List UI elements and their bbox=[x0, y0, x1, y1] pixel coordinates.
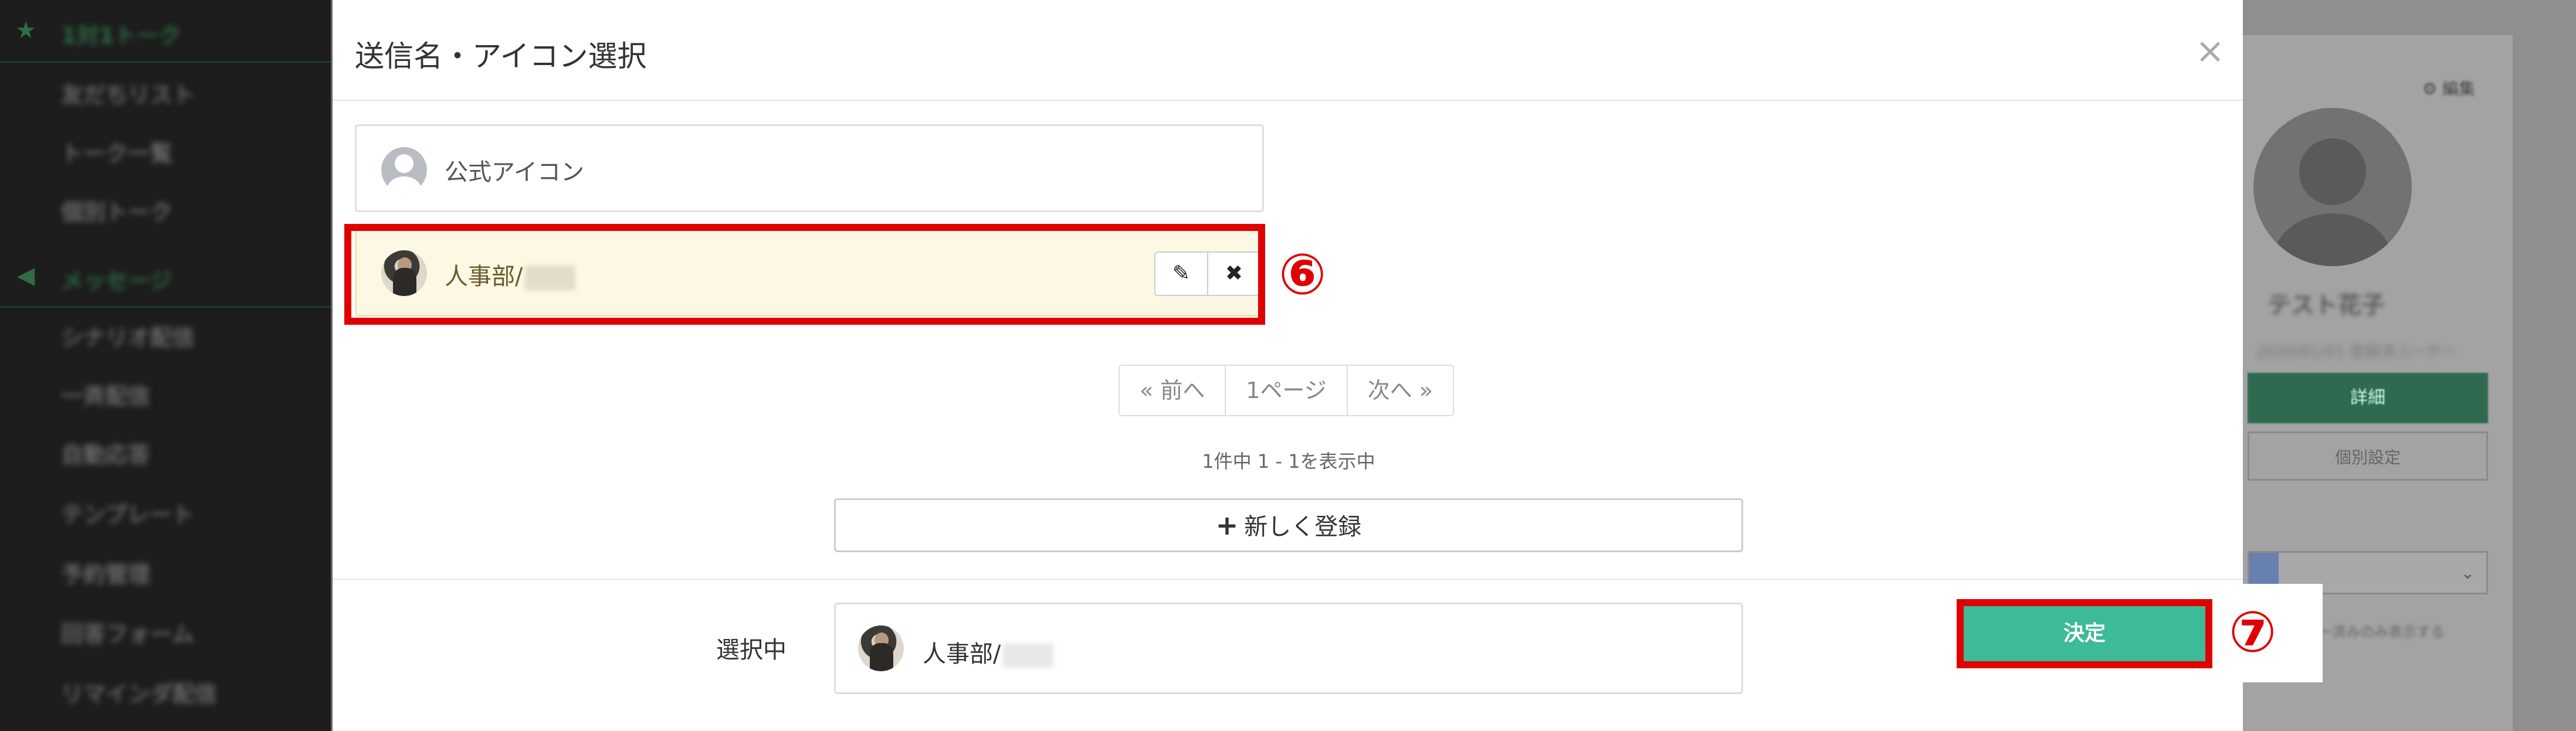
megaphone-icon: ◀ bbox=[16, 262, 35, 289]
pagination-next[interactable]: 次へ » bbox=[1348, 366, 1453, 415]
sidebar-item-friends[interactable]: 友だちリスト bbox=[61, 66, 195, 124]
sidebar: ★ 1対1トーク 友だちリスト トーク一覧 個別トーク ◀ メッセージ シナリオ… bbox=[0, 0, 331, 731]
pagination: « 前へ 1ページ 次へ » bbox=[1118, 365, 1455, 416]
default-user-icon bbox=[381, 147, 427, 193]
modal-header: 送信名・アイコン選択 × bbox=[333, 0, 2243, 101]
profile-avatar bbox=[2253, 108, 2412, 266]
footer-divider bbox=[333, 579, 2243, 580]
star-icon: ★ bbox=[15, 17, 36, 44]
profile-name: テスト花子 bbox=[2267, 292, 2385, 319]
sidebar-section-label: 1対1トーク bbox=[61, 23, 181, 49]
user-photo-avatar bbox=[858, 625, 904, 671]
sidebar-item-scenario[interactable]: シナリオ配信 bbox=[61, 308, 195, 367]
profile-settings-button[interactable]: 個別設定 bbox=[2248, 431, 2488, 481]
decide-button[interactable]: 決定 bbox=[1957, 599, 2212, 668]
close-icon[interactable]: × bbox=[2195, 33, 2225, 69]
pagination-current[interactable]: 1ページ bbox=[1226, 366, 1348, 415]
add-new-button[interactable]: + 新しく登録 bbox=[834, 498, 1743, 552]
selected-value-box: 人事部/ bbox=[834, 603, 1743, 694]
sidebar-item-talk-list[interactable]: トーク一覧 bbox=[61, 124, 172, 183]
selected-label: 選択中 bbox=[716, 637, 787, 664]
sidebar-item-reminder[interactable]: リマインダ配信 bbox=[61, 665, 217, 723]
modal-title: 送信名・アイコン選択 bbox=[355, 39, 647, 73]
result-count: 1件中 1 - 1を表示中 bbox=[1202, 450, 1375, 472]
add-new-label: 新しく登録 bbox=[1244, 514, 1362, 540]
sidebar-section-message[interactable]: ◀ メッセージ bbox=[0, 245, 331, 308]
sidebar-item-form[interactable]: 回答フォーム bbox=[61, 605, 194, 664]
plus-icon: + bbox=[1215, 509, 1239, 541]
sidebar-item-broadcast[interactable]: 一斉配信 bbox=[61, 367, 150, 426]
icon-list-item-label: 公式アイコン bbox=[445, 159, 584, 186]
sidebar-item-individual-talk[interactable]: 個別トーク bbox=[61, 183, 172, 242]
sidebar-item-auto-reply[interactable]: 自動応答 bbox=[61, 426, 150, 484]
profile-subtext: 2020/01/01 登録済ユーザー bbox=[2257, 344, 2456, 361]
icon-list-item-official[interactable]: 公式アイコン bbox=[355, 124, 1264, 212]
selected-value: 人事部/ bbox=[923, 635, 1054, 669]
profile-edit-link[interactable]: ⚙ 編集 bbox=[2422, 76, 2475, 100]
profile-detail-button[interactable]: 詳細 bbox=[2248, 373, 2488, 423]
sidebar-section-label: メッセージ bbox=[61, 268, 172, 294]
chevron-down-icon: ⌄ bbox=[2460, 563, 2475, 583]
sidebar-item-template[interactable]: テンプレート bbox=[61, 485, 194, 544]
step-7-marker: ⑦ bbox=[2229, 599, 2277, 665]
highlight-box-step6 bbox=[344, 224, 1265, 325]
pagination-prev[interactable]: « 前へ bbox=[1120, 366, 1226, 415]
sidebar-section-talk[interactable]: ★ 1対1トーク bbox=[0, 0, 331, 63]
step-6-marker: ⑥ bbox=[1279, 242, 1327, 307]
sidebar-item-reservation[interactable]: 予約管理 bbox=[61, 545, 150, 604]
